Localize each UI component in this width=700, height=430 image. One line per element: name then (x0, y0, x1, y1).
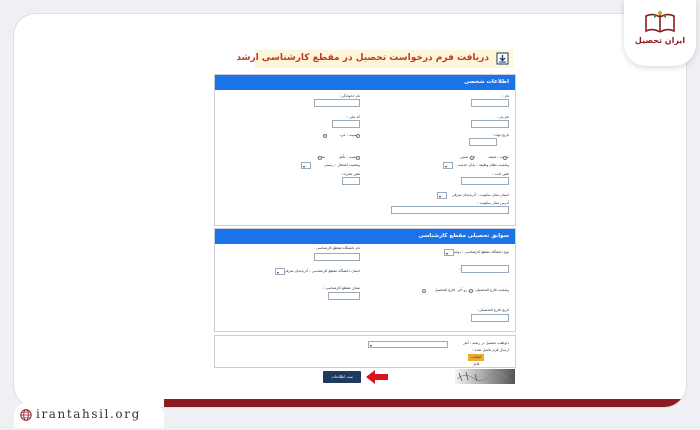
file-label: ارسال فرم تکمیل شده : (472, 348, 509, 352)
gender-female-radio[interactable] (323, 134, 327, 138)
employment-label: وضعیت اشتغال : رسمی (323, 163, 360, 167)
form-title-bar: دریافت فرم درخواست تحصیل در مقطع کارشناس… (236, 50, 513, 68)
family-field[interactable] (314, 99, 360, 107)
university-type-select[interactable]: ▾ (444, 249, 454, 256)
personal-info-section: اطلاعات شخصی نام : نام خانوادگی : نام پد… (214, 74, 516, 226)
religion-sunni-radio[interactable] (470, 156, 474, 160)
marital-married-radio[interactable] (356, 156, 360, 160)
submit-button[interactable]: ثبت اطلاعات (323, 371, 361, 383)
graduated-radio[interactable] (422, 289, 426, 293)
graduation-status-radio[interactable] (469, 289, 473, 293)
university-province-label: استان دانشگاه مقطع کارشناسی : آذربایجان … (283, 269, 360, 273)
section-header-education: سوابق تحصیلی مقطع کارشناسی (215, 229, 515, 244)
father-field[interactable] (471, 120, 509, 128)
university-name-field[interactable] (314, 253, 360, 261)
logo-text: ایران تحصیل (634, 36, 686, 45)
request-section: داوطلب تحصیل در رشته : آمار ▾ ارسال فرم … (214, 335, 516, 368)
phone-label: تلفن ثابت : (492, 172, 509, 176)
employment-select[interactable]: ▾ (301, 162, 311, 169)
family-label: نام خانوادگی : (338, 94, 360, 98)
gender-male-radio[interactable] (356, 134, 360, 138)
birth-date-label: تاریخ تولد : (492, 133, 509, 137)
field-request-select[interactable]: ▾ (368, 341, 448, 348)
address-field[interactable] (391, 206, 509, 214)
military-status-select[interactable]: ▾ (443, 162, 453, 169)
gpa-label: معدل مقطع کارشناسی : (322, 286, 360, 290)
bottom-accent-bar (164, 399, 686, 407)
marital-single-radio[interactable] (318, 156, 322, 160)
website-url[interactable]: irantahsil.org (36, 407, 141, 421)
military-status-label: وضعیت نظام وظیفه : پایان خدمت (457, 163, 509, 167)
field-request-label: داوطلب تحصیل در رشته : آمار (463, 341, 509, 345)
chevron-down-icon: ▾ (446, 251, 449, 256)
section-header-personal: اطلاعات شخصی (215, 75, 515, 90)
graduation-status-label: وضعیت فارغ التحصیلی : در رو آخر (457, 288, 509, 292)
chevron-down-icon: ▾ (277, 270, 280, 275)
graduation-date-field[interactable] (471, 314, 509, 322)
chevron-down-icon: ▾ (370, 343, 373, 348)
name-field[interactable] (471, 99, 509, 107)
birth-date-field[interactable] (469, 138, 497, 146)
mobile-label: تلفن همراه : (340, 172, 360, 176)
arrow-left-icon (366, 370, 388, 384)
gpa-field[interactable] (328, 292, 360, 300)
education-section: سوابق تحصیلی مقطع کارشناسی نوع دانشگاه م… (214, 228, 516, 332)
phone-field[interactable] (461, 177, 509, 185)
mobile-field[interactable] (342, 177, 360, 185)
father-label: نام پدر : (496, 115, 509, 119)
field-input[interactable] (461, 265, 509, 273)
province-label: استان محل سکونت : آذربایجان شرقی (451, 193, 509, 197)
footer-website-badge: irantahsil.org (14, 402, 164, 428)
university-province-select[interactable]: ▾ (275, 268, 285, 275)
university-type-label: نوع دانشگاه مقطع کارشناسی : دولتی (452, 250, 509, 254)
province-select[interactable]: ▾ (437, 192, 447, 199)
graduated-label: فارغ التحصیل (434, 288, 455, 292)
page-title: دریافت فرم درخواست تحصیل در مقطع کارشناس… (236, 53, 489, 63)
chevron-down-icon: ▾ (445, 164, 448, 169)
chevron-down-icon: ▾ (439, 194, 442, 199)
download-icon[interactable] (496, 52, 509, 65)
graduation-date-label: تاریخ فارغ التحصیلی : (476, 308, 509, 312)
university-name-label: نام دانشگاه مقطع کارشناسی : (313, 246, 360, 250)
national-code-label: کد ملی : (346, 115, 360, 119)
upload-button[interactable]: انتخاب فایل (468, 354, 484, 366)
national-code-field[interactable] (332, 120, 360, 128)
captcha-image (455, 369, 515, 384)
book-logo-icon (645, 11, 675, 33)
religion-shia-radio[interactable] (503, 156, 507, 160)
globe-icon (20, 409, 32, 421)
name-label: نام : (502, 94, 509, 98)
address-label: آدرس محل سکونت : (477, 201, 509, 205)
brand-logo: ایران تحصیل (624, 0, 696, 66)
chevron-down-icon: ▾ (303, 164, 306, 169)
